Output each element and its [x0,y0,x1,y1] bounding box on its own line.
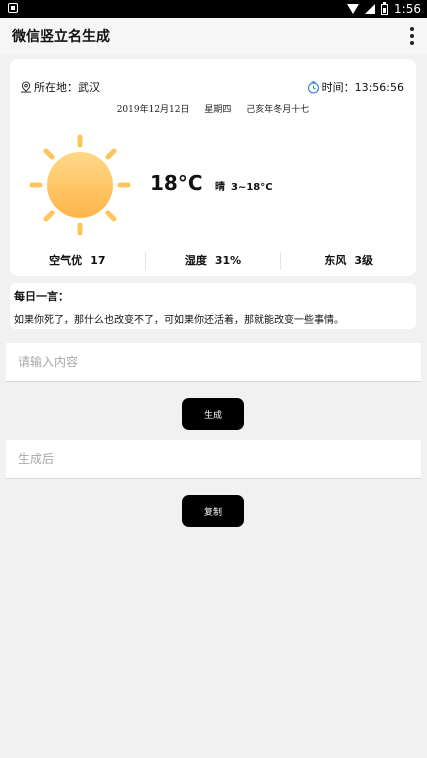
stat-humidity: 湿度 31% [146,252,282,270]
location: 所在地：武汉 [20,79,100,95]
clock-icon [307,80,319,94]
app-title: 微信竖立名生成 [12,29,110,45]
stat-value: 17 [90,254,106,267]
date: 2019年12月12日 [116,105,190,115]
quote-text: 如果你死了，那什么也改变不了，可如果你还活着，那就能改变一些事情。 [14,315,344,326]
stat-value: 3级 [354,254,373,267]
weather-stats: 空气优 17 湿度 31% 东风 3级 [10,252,416,270]
weekday: 星期四 [204,105,232,115]
temperature: 18°C [150,171,203,195]
sunny-weather-icon [29,134,131,236]
current-time: 时间：13:56:56 [307,79,404,95]
stat-label: 空气优 [49,254,83,267]
weather-condition: 晴 3~18°C [215,178,273,193]
output-field-container [6,440,421,479]
stat-label: 东风 [324,254,347,267]
date-line: 2019年12月12日 星期四 己亥年冬月十七 [10,102,416,115]
output-field[interactable] [6,440,421,478]
stat-label: 湿度 [184,254,207,267]
content-input-container [6,343,421,382]
content-input[interactable] [6,343,421,381]
battery-icon [381,1,389,15]
status-bar: 1:56 [0,0,427,18]
weather-card: 所在地：武汉 时间：13:56:56 2019年12月12日 星期四 己亥年冬月… [10,59,416,276]
location-pin-icon [20,81,32,93]
location-label: 所在地：武汉 [34,81,100,94]
quote-title: 每日一言： [14,290,69,303]
copy-button[interactable]: 复制 [182,495,244,527]
app-bar: 微信竖立名生成 [0,18,427,54]
time-label: 时间：13:56:56 [321,81,404,94]
stat-wind: 东风 3级 [281,252,416,270]
status-icons: 1:56 [347,0,421,18]
lunar-date: 己亥年冬月十七 [246,105,310,115]
signal-icon [365,4,376,14]
daily-quote-card: 每日一言： 如果你死了，那什么也改变不了，可如果你还活着，那就能改变一些事情。 [10,283,416,329]
more-options-icon[interactable] [409,27,415,45]
generate-button[interactable]: 生成 [182,398,244,430]
status-time: 1:56 [394,2,421,16]
stat-value: 31% [214,254,242,267]
stat-air-quality: 空气优 17 [10,252,146,270]
wifi-icon [347,4,360,14]
condition-text: 晴 [215,182,225,193]
temperature-range: 3~18°C [231,182,273,193]
notification-icon [8,3,18,13]
